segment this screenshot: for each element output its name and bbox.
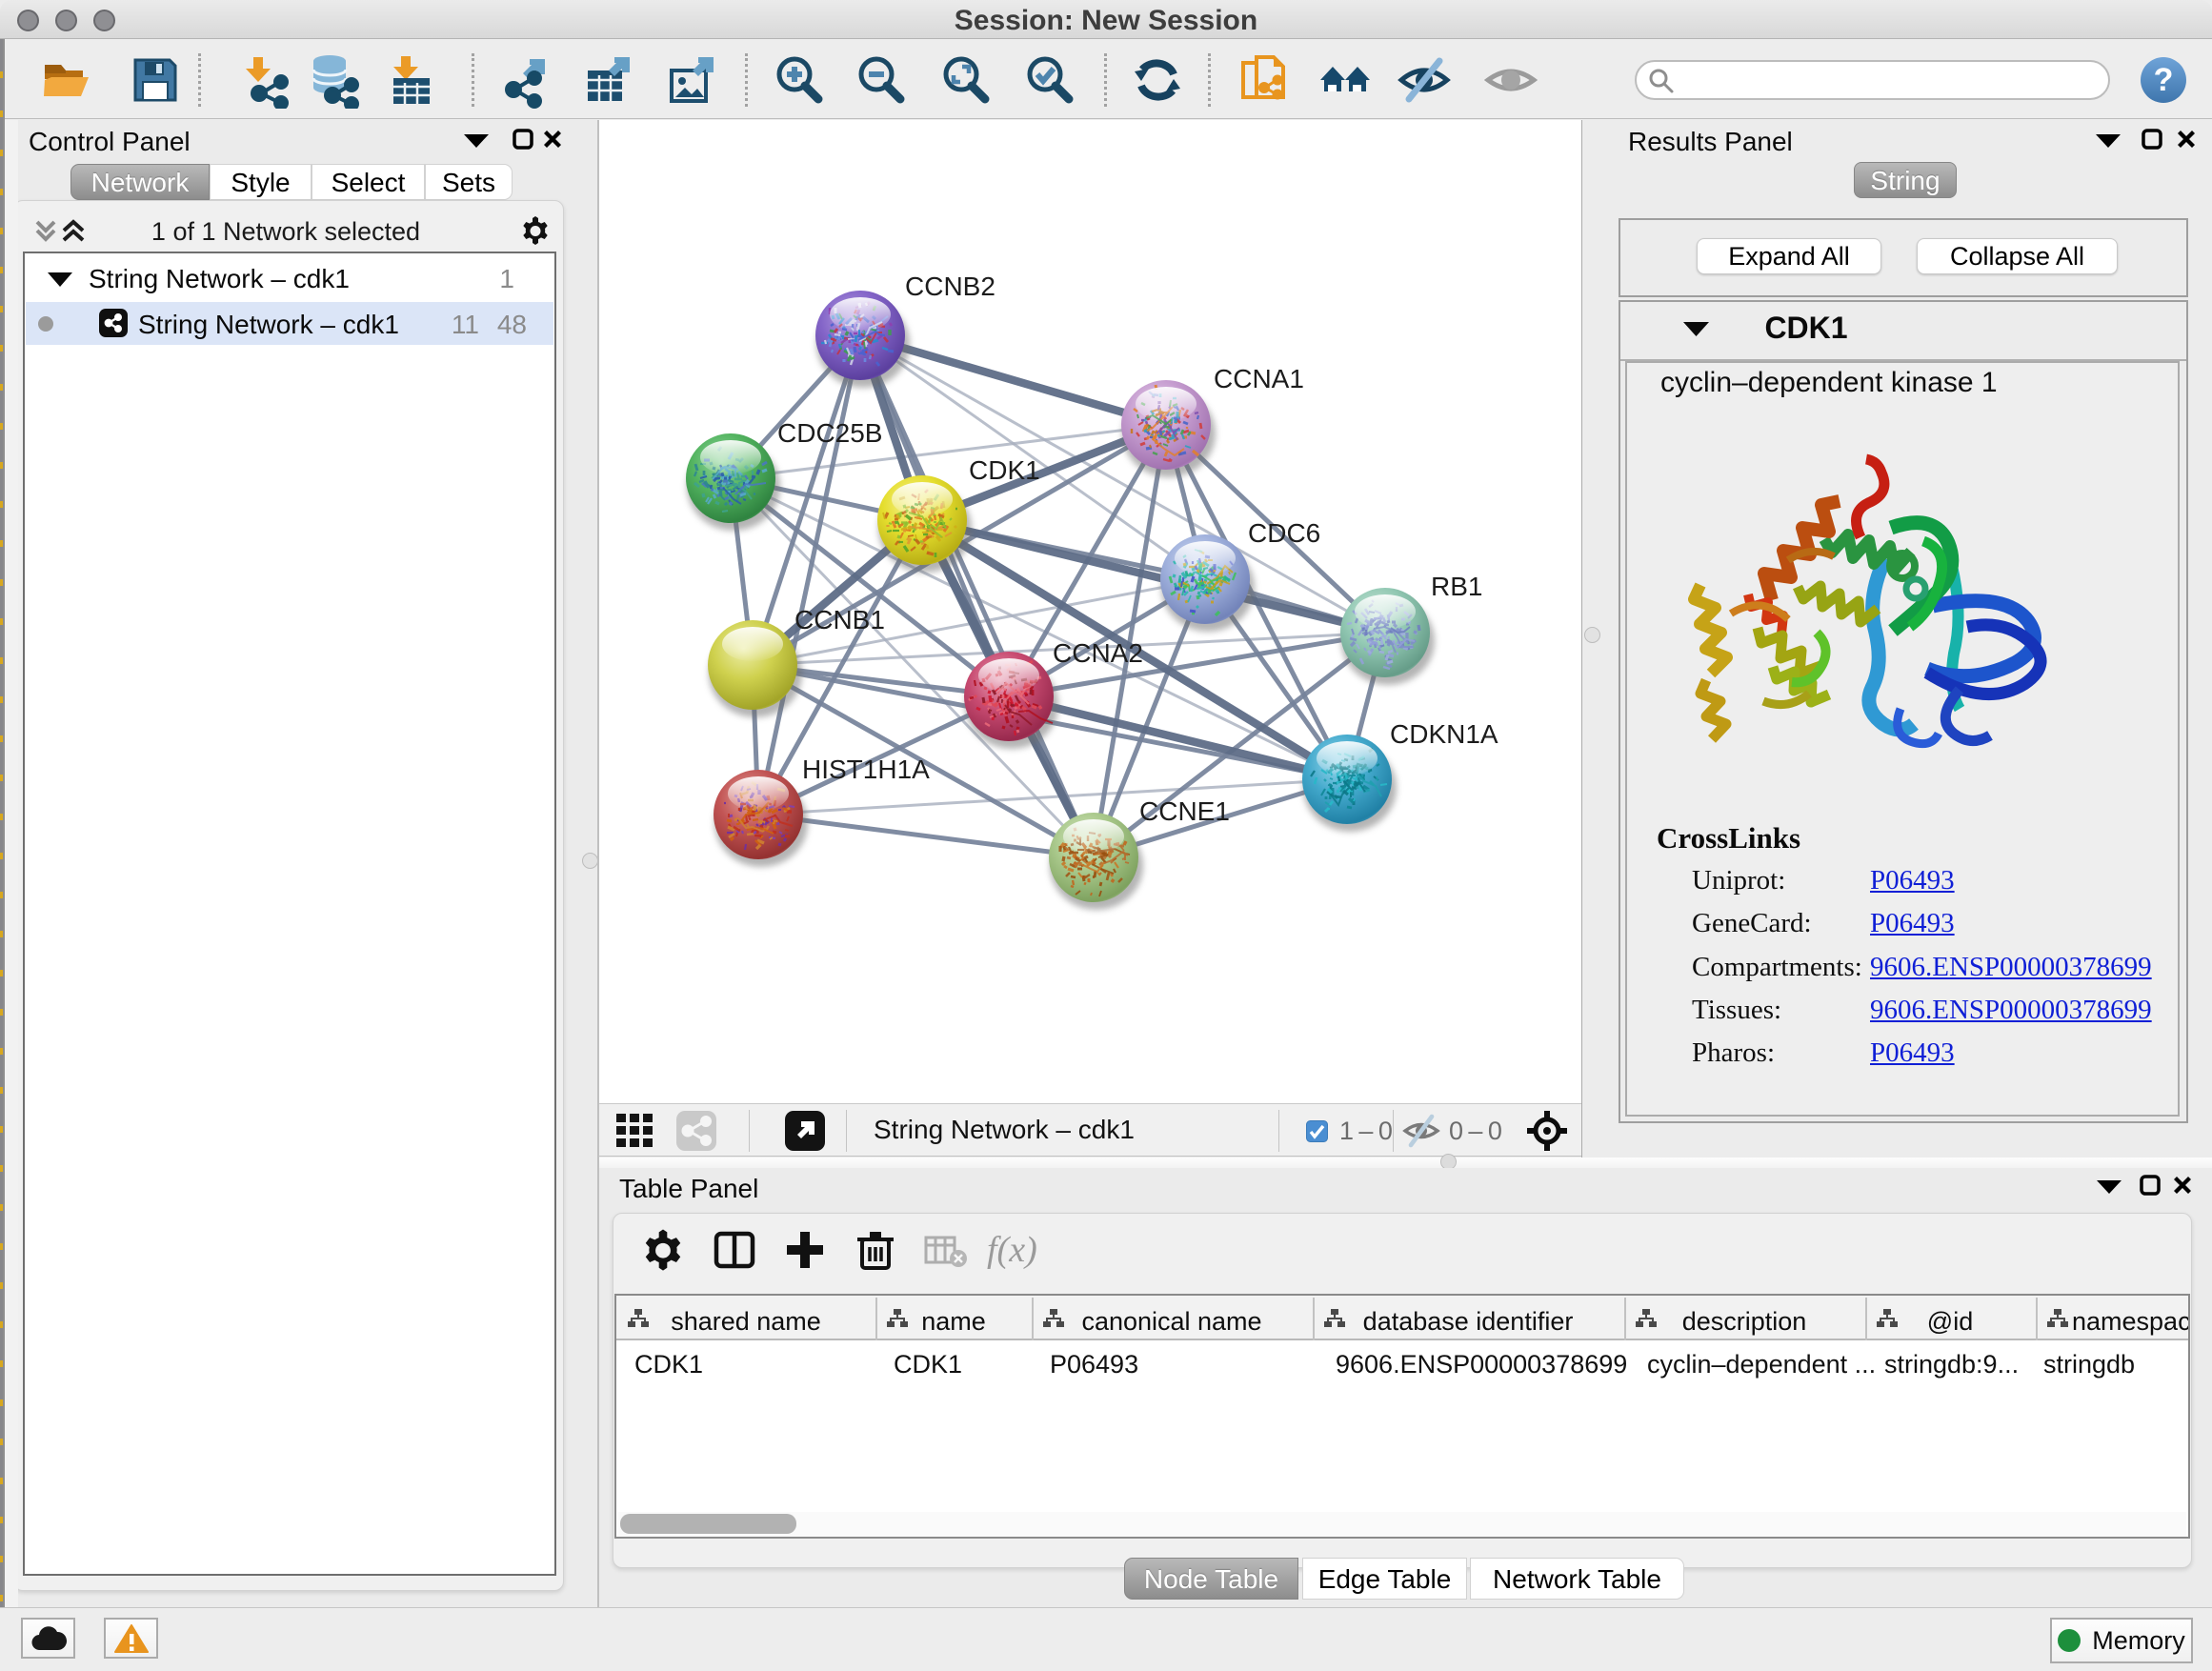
svg-text:CCNA1: CCNA1: [1214, 364, 1304, 393]
svg-text:CDC25B: CDC25B: [777, 418, 882, 448]
svg-text:HIST1H1A: HIST1H1A: [802, 755, 930, 784]
svg-text:CCNB2: CCNB2: [905, 272, 995, 301]
svg-text:CDKN1A: CDKN1A: [1390, 719, 1498, 749]
svg-text:CCNE1: CCNE1: [1139, 796, 1230, 826]
svg-text:CDC6: CDC6: [1248, 518, 1320, 548]
svg-text:CDK1: CDK1: [969, 455, 1040, 485]
svg-text:CCNA2: CCNA2: [1053, 638, 1143, 668]
svg-text:RB1: RB1: [1431, 572, 1482, 601]
svg-text:CCNB1: CCNB1: [794, 605, 885, 634]
